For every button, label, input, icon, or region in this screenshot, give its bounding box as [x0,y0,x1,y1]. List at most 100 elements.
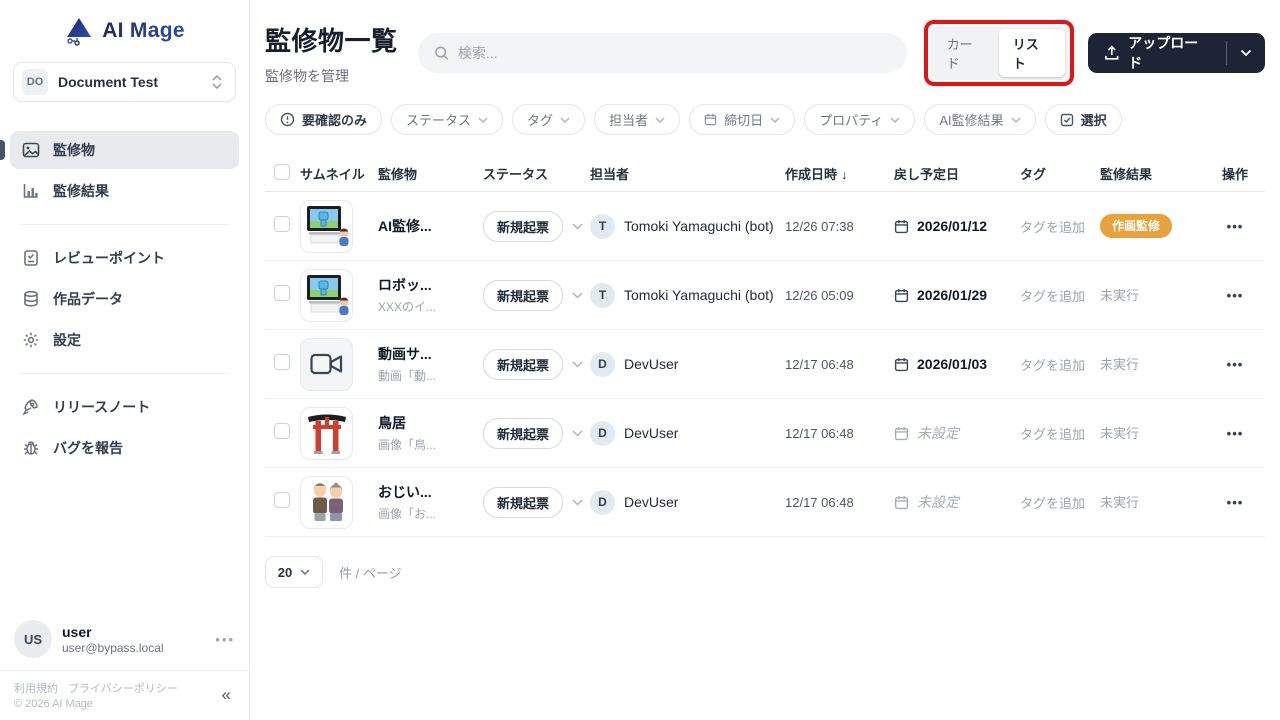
filter-needs-review[interactable]: 要確認のみ [265,104,382,135]
row-actions-icon[interactable]: ••• [1205,219,1265,234]
item-subtitle: 画像「鳥... [378,436,483,453]
chevron-down-icon[interactable] [572,430,583,437]
calendar-icon [894,426,909,441]
upload-dropdown-button[interactable] [1227,49,1265,57]
chevron-down-icon [560,117,570,123]
col-header-item: 監修物 [378,164,483,183]
chevron-down-icon[interactable] [572,499,583,506]
sidebar-item-label: 設定 [53,330,81,350]
status-pill[interactable]: 新規起票 [483,487,563,518]
due-date[interactable]: 2026/01/29 [880,287,1020,303]
item-title[interactable]: 鳥居 [378,413,483,433]
filter-property[interactable]: プロパティ [804,104,915,135]
row-actions-icon[interactable]: ••• [1205,495,1265,510]
row-actions-icon[interactable]: ••• [1205,357,1265,372]
chevron-down-icon [300,569,310,575]
add-tag-link[interactable]: タグを追加 [1020,493,1100,512]
terms-link[interactable]: 利用規約 [14,680,58,696]
chevron-down-icon[interactable] [572,292,583,299]
user-menu-dots-icon[interactable]: ••• [215,632,235,647]
sidebar-item-supervision-results[interactable]: 監修結果 [10,172,239,210]
thumbnail-video[interactable] [300,338,353,391]
sidebar-nav: 監修物 監修結果 レビューポイント [0,128,249,470]
add-tag-link[interactable]: タグを追加 [1020,424,1100,443]
sidebar-item-settings[interactable]: 設定 [10,321,239,359]
thumbnail-tv-robot[interactable] [300,269,353,322]
add-tag-link[interactable]: タグを追加 [1020,217,1100,236]
row-actions-icon[interactable]: ••• [1205,426,1265,441]
sidebar-divider [20,224,229,225]
items-table: サムネイル 監修物 ステータス 担当者 作成日時↓ 戻し予定日 タグ 監修結果 … [265,155,1265,537]
col-header-due: 戻し予定日 [880,164,1020,183]
item-title[interactable]: ロボッ... [378,275,483,295]
sort-desc-icon: ↓ [841,167,848,182]
chevron-down-icon[interactable] [572,223,583,230]
page-size-select[interactable]: 20 [265,556,323,588]
status-pill[interactable]: 新規起票 [483,418,563,449]
status-pill[interactable]: 新規起票 [483,349,563,380]
page-size-unit: 件 / ページ [339,563,402,582]
filter-assignee[interactable]: 担当者 [594,104,680,135]
add-tag-link[interactable]: タグを追加 [1020,286,1100,305]
row-checkbox[interactable] [274,354,290,370]
row-actions-icon[interactable]: ••• [1205,288,1265,303]
privacy-link[interactable]: プライバシーポリシー [68,680,178,696]
chevron-down-icon[interactable] [572,361,583,368]
sidebar-item-release-notes[interactable]: リリースノート [10,388,239,426]
view-toggle-list[interactable]: リスト [999,29,1065,77]
filter-bar: 要確認のみ ステータス タグ 担当者 締切日 [265,104,1265,135]
row-checkbox[interactable] [274,216,290,232]
thumbnail-elderly-couple[interactable] [300,476,353,529]
item-title[interactable]: 動画サ... [378,344,483,364]
filter-tag[interactable]: タグ [512,104,585,135]
status-pill[interactable]: 新規起票 [483,280,563,311]
sidebar-collapse-icon[interactable]: « [222,685,231,705]
bug-icon [22,439,40,457]
search-input[interactable] [458,45,891,61]
due-date[interactable]: 2026/01/03 [880,356,1020,372]
result-status: 未実行 [1100,426,1139,441]
status-pill[interactable]: 新規起票 [483,211,563,242]
sidebar-item-work-data[interactable]: 作品データ [10,280,239,318]
row-checkbox[interactable] [274,423,290,439]
search-box[interactable] [418,33,907,73]
due-date[interactable]: 2026/01/12 [880,218,1020,234]
thumbnail-tv-robot[interactable] [300,200,353,253]
col-header-created[interactable]: 作成日時↓ [785,164,880,183]
item-title[interactable]: AI監修... [378,216,483,236]
col-header-tag: タグ [1020,164,1100,183]
item-subtitle: XXXのイ... [378,298,483,315]
result-badge[interactable]: 作画監修 [1100,214,1172,238]
chevron-down-icon [770,117,780,123]
table-header-row: サムネイル 監修物 ステータス 担当者 作成日時↓ 戻し予定日 タグ 監修結果 … [265,155,1265,192]
workspace-selector[interactable]: DO Document Test [13,62,236,102]
sidebar-item-review-points[interactable]: レビューポイント [10,239,239,277]
select-mode-button[interactable]: 選択 [1045,104,1122,135]
row-checkbox[interactable] [274,492,290,508]
item-title[interactable]: おじい... [378,482,483,502]
sidebar-item-label: リリースノート [53,397,150,417]
row-checkbox[interactable] [274,285,290,301]
active-indicator [0,140,5,160]
assignee-name: DevUser [624,494,678,510]
sidebar-item-supervised-items[interactable]: 監修物 [10,131,239,169]
filter-deadline[interactable]: 締切日 [689,104,795,135]
add-tag-link[interactable]: タグを追加 [1020,355,1100,374]
view-toggle-card[interactable]: カード [933,29,999,77]
filter-ai-result[interactable]: AI監修結果 [924,104,1035,135]
due-date[interactable]: 未設定 [880,492,1020,512]
due-date[interactable]: 未設定 [880,423,1020,443]
user-profile[interactable]: US user user@bypass.local ••• [14,620,235,658]
upload-button[interactable]: アップロード [1088,33,1226,73]
assignee-avatar: D [590,490,615,515]
col-header-actions: 操作 [1205,164,1265,183]
sidebar-divider [20,373,229,374]
col-header-status: ステータス [483,164,590,183]
filter-status[interactable]: ステータス [391,104,503,135]
sidebar-item-report-bug[interactable]: バグを報告 [10,429,239,467]
thumbnail-torii[interactable] [300,407,353,460]
user-name: user [62,624,164,640]
table-row: 鳥居 画像「鳥... 新規起票 D DevUser 12/17 06:48 [265,399,1265,468]
select-all-checkbox[interactable] [274,164,290,180]
sidebar-footer: 利用規約 プライバシーポリシー © 2026 AI Mage « [0,670,249,720]
